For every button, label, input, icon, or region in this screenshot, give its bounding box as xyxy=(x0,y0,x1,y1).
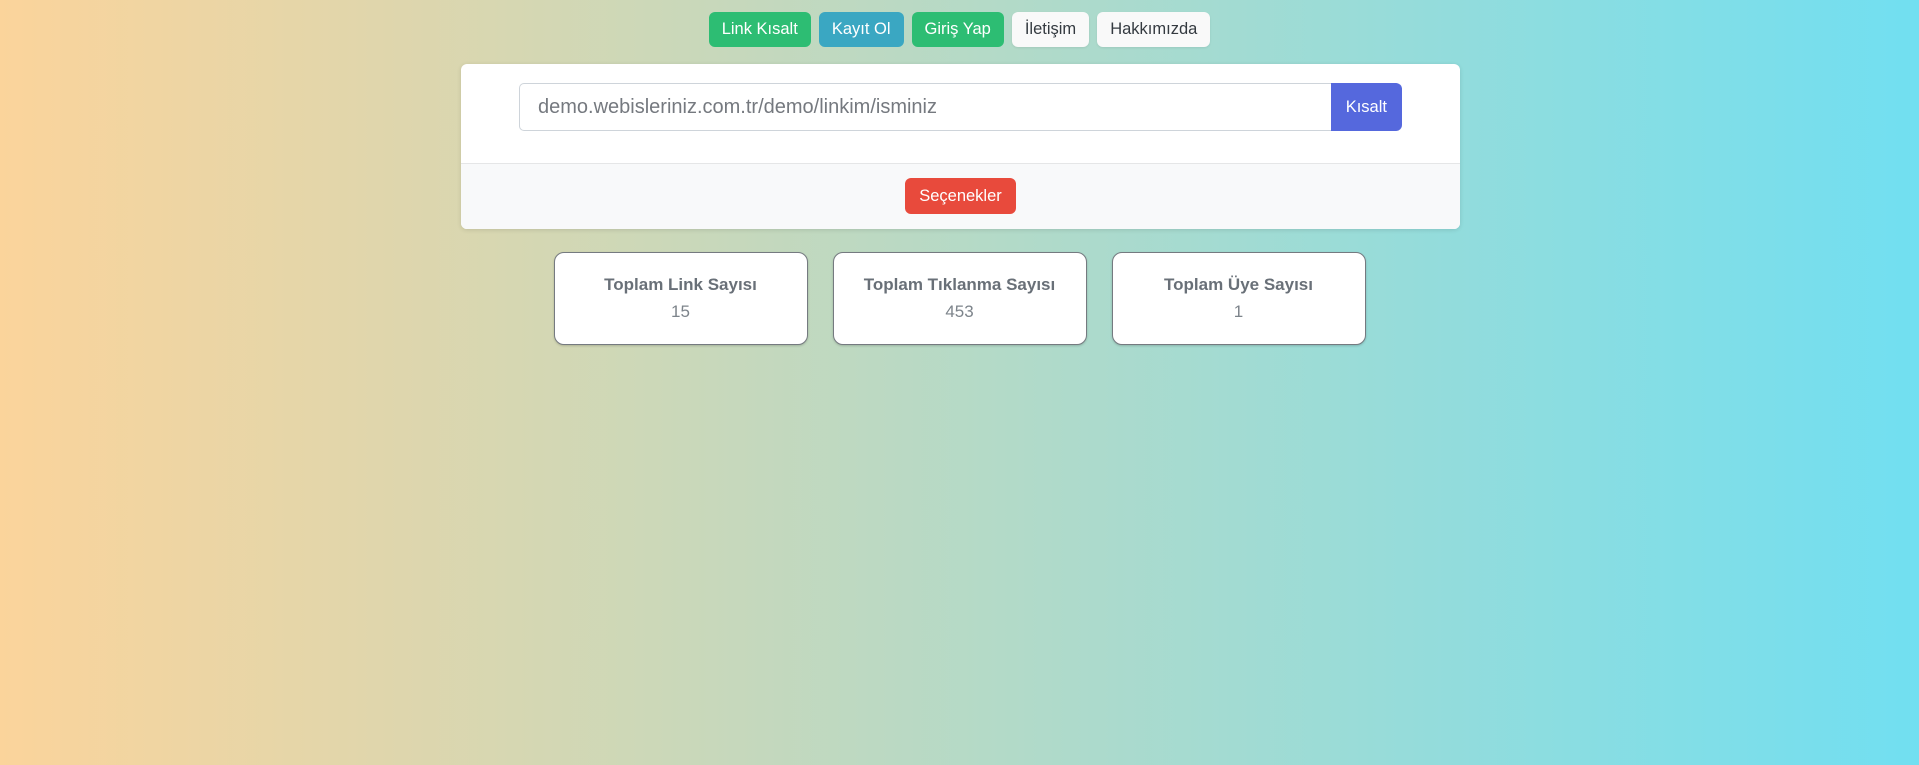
nav-button-giris-yap[interactable]: Giriş Yap xyxy=(912,12,1004,47)
options-button[interactable]: Seçenekler xyxy=(905,178,1016,214)
stat-title: Toplam Üye Sayısı xyxy=(1164,275,1313,295)
stat-value: 15 xyxy=(671,302,690,322)
shortener-card: Kısalt Seçenekler xyxy=(461,64,1460,229)
stat-card-total-members: Toplam Üye Sayısı 1 xyxy=(1112,252,1366,345)
stat-value: 453 xyxy=(945,302,973,322)
nav-button-link-kisalt[interactable]: Link Kısalt xyxy=(709,12,811,47)
nav-button-hakkimizda[interactable]: Hakkımızda xyxy=(1097,12,1210,47)
shorten-button[interactable]: Kısalt xyxy=(1331,83,1402,131)
nav-button-kayit-ol[interactable]: Kayıt Ol xyxy=(819,12,904,47)
page-background: Link Kısalt Kayıt Ol Giriş Yap İletişim … xyxy=(0,0,1919,765)
nav-button-iletisim[interactable]: İletişim xyxy=(1012,12,1089,47)
shortener-card-footer: Seçenekler xyxy=(461,163,1460,229)
top-navbar: Link Kısalt Kayıt Ol Giriş Yap İletişim … xyxy=(0,12,1919,47)
stat-title: Toplam Link Sayısı xyxy=(604,275,757,295)
stat-value: 1 xyxy=(1234,302,1243,322)
url-input-group: Kısalt xyxy=(519,83,1402,131)
url-input[interactable] xyxy=(519,83,1331,131)
shortener-card-body: Kısalt xyxy=(461,64,1460,163)
stats-row: Toplam Link Sayısı 15 Toplam Tıklanma Sa… xyxy=(0,252,1919,345)
stat-card-total-links: Toplam Link Sayısı 15 xyxy=(554,252,808,345)
stat-title: Toplam Tıklanma Sayısı xyxy=(864,275,1055,295)
stat-card-total-clicks: Toplam Tıklanma Sayısı 453 xyxy=(833,252,1087,345)
